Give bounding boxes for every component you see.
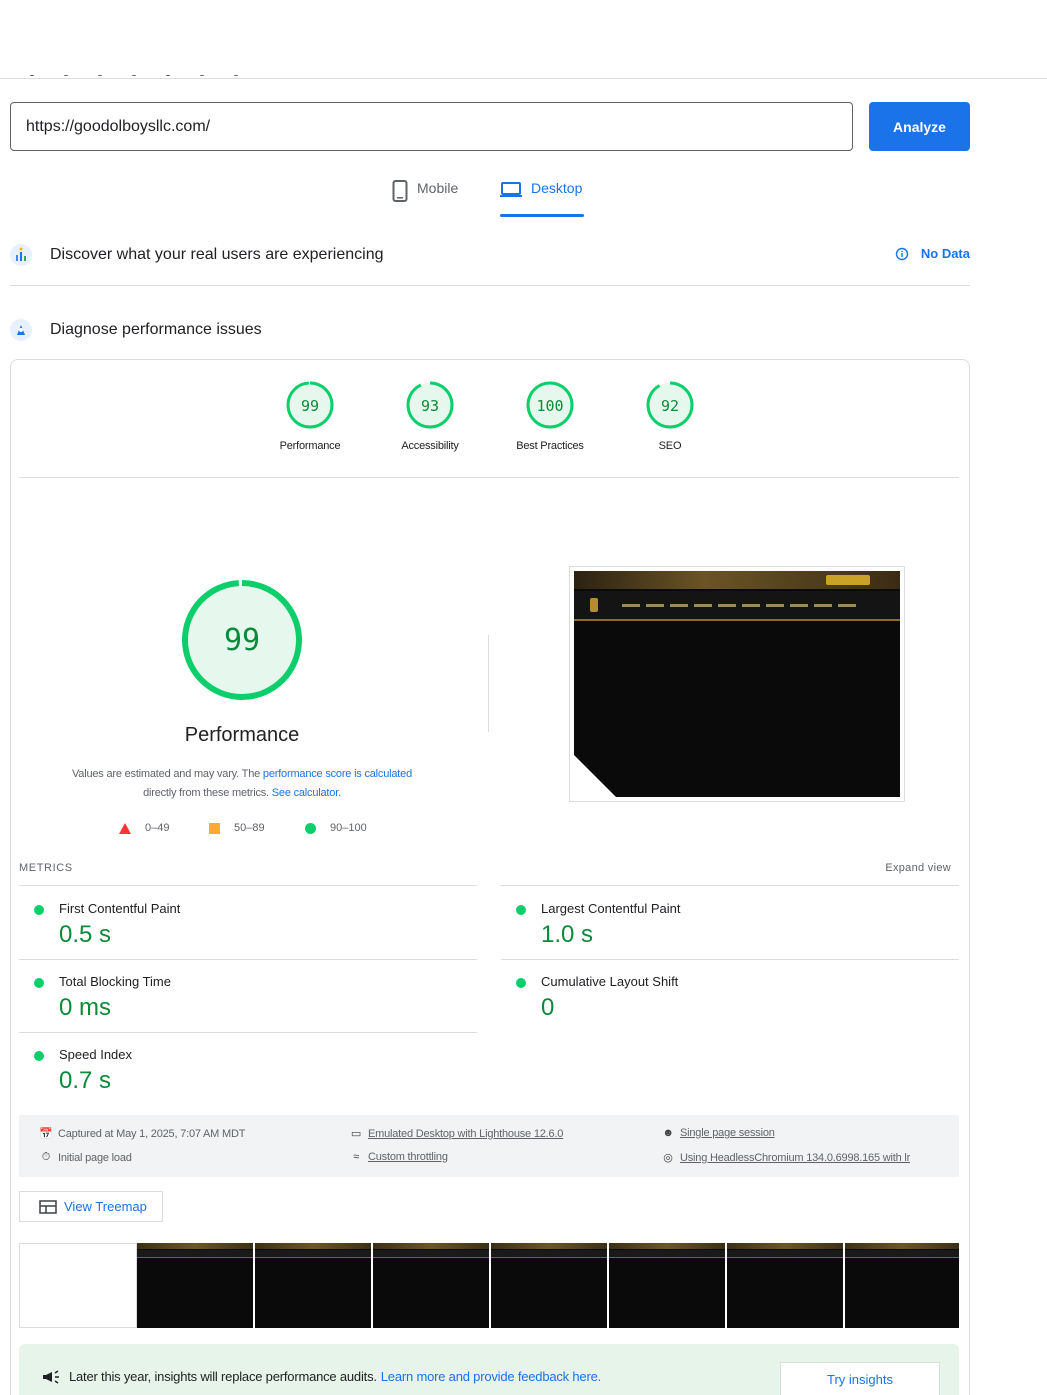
see-calculator-link[interactable]: See calculator. bbox=[272, 787, 341, 799]
filmstrip-frame bbox=[845, 1243, 959, 1328]
gauge-ring: 92 bbox=[646, 381, 694, 429]
env-session[interactable]: ☻ Single page session bbox=[661, 1127, 775, 1139]
final-screenshot bbox=[569, 566, 905, 802]
gauge-label: Performance bbox=[279, 440, 341, 452]
triangle-icon bbox=[119, 822, 131, 834]
legend-pass: 90–100 bbox=[305, 822, 367, 834]
gauge-accessibility[interactable]: 93 Accessibility bbox=[380, 380, 480, 452]
gauges-divider bbox=[19, 477, 959, 478]
gauge-ring: 100 bbox=[526, 381, 574, 429]
pass-dot-icon bbox=[34, 978, 44, 988]
filmstrip-frame bbox=[609, 1243, 727, 1328]
view-treemap-button[interactable]: View Treemap bbox=[19, 1191, 163, 1222]
tab-desktop-label: Desktop bbox=[531, 180, 583, 196]
legend-fail: 0–49 bbox=[119, 822, 169, 834]
person-icon: ☻ bbox=[662, 1127, 674, 1139]
insights-message: Later this year, insights will replace p… bbox=[41, 1369, 601, 1384]
users-chart-icon bbox=[10, 244, 32, 266]
lighthouse-icon bbox=[10, 319, 32, 341]
gauge-seo[interactable]: 92 SEO bbox=[620, 380, 720, 452]
gauge-ring: 99 bbox=[286, 381, 334, 429]
pass-dot-icon bbox=[516, 905, 526, 915]
expand-view-toggle[interactable]: Expand view bbox=[885, 862, 951, 874]
gauge-score: 92 bbox=[661, 397, 679, 415]
pass-dot-icon bbox=[516, 978, 526, 988]
summary-divider bbox=[488, 635, 489, 732]
screenshot-image bbox=[574, 571, 900, 797]
insights-banner: Later this year, insights will replace p… bbox=[19, 1344, 959, 1395]
screenshot-nav bbox=[574, 591, 900, 621]
try-insights-button[interactable]: Try insights bbox=[780, 1362, 940, 1395]
lighthouse-title: Diagnose performance issues bbox=[50, 321, 262, 338]
crux-title: Discover what your real users are experi… bbox=[50, 246, 384, 263]
filmstrip-frame bbox=[373, 1243, 491, 1328]
gauge-score: 93 bbox=[421, 397, 439, 415]
crux-section-header: Discover what your real users are experi… bbox=[10, 242, 970, 268]
tab-mobile-label: Mobile bbox=[417, 180, 459, 196]
metric-divider bbox=[19, 1032, 477, 1033]
tab-desktop[interactable]: Desktop bbox=[500, 180, 582, 216]
treemap-icon bbox=[39, 1199, 57, 1214]
performance-big-score: 99 bbox=[224, 623, 260, 658]
env-browser[interactable]: ◎ Using HeadlessChromium 134.0.6998.165 w… bbox=[661, 1151, 910, 1165]
performance-note: Values are estimated and may vary. The p… bbox=[71, 768, 413, 799]
info-icon bbox=[895, 247, 909, 260]
pass-dot-icon bbox=[34, 905, 44, 915]
lighthouse-report-card bbox=[10, 359, 970, 1395]
score-calculated-link[interactable]: performance score is calculated bbox=[263, 768, 412, 780]
laptop-icon bbox=[500, 180, 522, 201]
header-divider bbox=[0, 78, 1047, 79]
calendar-icon: 📅 bbox=[39, 1128, 53, 1140]
metrics-header: METRICS Expand view bbox=[19, 862, 951, 874]
legend-average: 50–89 bbox=[209, 822, 265, 834]
gauge-performance[interactable]: 99 Performance bbox=[260, 380, 360, 452]
filmstrip bbox=[19, 1243, 959, 1328]
performance-big-gauge: 99 bbox=[182, 580, 302, 700]
metric-divider bbox=[19, 959, 477, 960]
gauge-best-practices[interactable]: 100 Best Practices bbox=[500, 380, 600, 452]
insights-feedback-link[interactable]: Learn more and provide feedback here. bbox=[381, 1369, 601, 1384]
metric-divider bbox=[501, 959, 959, 960]
gauge-label: Accessibility bbox=[401, 440, 459, 452]
section-divider bbox=[10, 285, 970, 286]
metrics-title: METRICS bbox=[19, 862, 73, 874]
clipped-heading-text bbox=[30, 66, 280, 76]
env-captured: 📅 Captured at May 1, 2025, 7:07 AM MDT bbox=[39, 1127, 246, 1141]
gauge-label: Best Practices bbox=[516, 440, 584, 452]
filmstrip-frame bbox=[491, 1243, 609, 1328]
gauge-score: 99 bbox=[301, 397, 319, 415]
metric-divider bbox=[501, 885, 959, 886]
filmstrip-frame bbox=[255, 1243, 373, 1328]
megaphone-icon bbox=[43, 1369, 59, 1384]
no-data-label: No Data bbox=[920, 246, 970, 261]
url-input[interactable] bbox=[10, 102, 853, 151]
filmstrip-frame bbox=[19, 1243, 137, 1328]
chrome-icon: ◎ bbox=[663, 1152, 673, 1164]
filmstrip-frame bbox=[727, 1243, 845, 1328]
circle-icon bbox=[305, 822, 316, 834]
square-icon bbox=[209, 822, 220, 834]
devices-icon: ▭ bbox=[350, 1128, 362, 1140]
lighthouse-section-header: Diagnose performance issues bbox=[10, 317, 970, 343]
runtime-settings: 📅 Captured at May 1, 2025, 7:07 AM MDT ⏱ I… bbox=[19, 1115, 959, 1177]
tab-mobile[interactable]: Mobile bbox=[392, 180, 458, 216]
metric-divider bbox=[19, 885, 477, 886]
gauge-label: SEO bbox=[658, 440, 682, 452]
env-emulated[interactable]: ▭ Emulated Desktop with Lighthouse 12.6.0 bbox=[349, 1127, 564, 1141]
pass-dot-icon bbox=[34, 1051, 44, 1061]
env-throttling[interactable]: ≈ Custom throttling bbox=[349, 1151, 448, 1163]
screenshot-banner bbox=[574, 571, 900, 589]
analyze-button[interactable]: Analyze bbox=[869, 102, 970, 151]
no-data-status[interactable]: No Data bbox=[895, 246, 970, 261]
tab-active-indicator bbox=[500, 214, 584, 217]
env-initial-load: ⏱ Initial page load bbox=[39, 1151, 132, 1164]
screenshot-page-curl bbox=[574, 753, 618, 797]
performance-title: Performance bbox=[184, 724, 300, 746]
wifi-icon: ≈ bbox=[353, 1151, 359, 1163]
phone-icon bbox=[392, 180, 408, 205]
gauge-score: 100 bbox=[536, 397, 563, 415]
filmstrip-frame bbox=[137, 1243, 255, 1328]
stopwatch-icon: ⏱ bbox=[41, 1151, 51, 1163]
gauge-ring: 93 bbox=[406, 381, 454, 429]
